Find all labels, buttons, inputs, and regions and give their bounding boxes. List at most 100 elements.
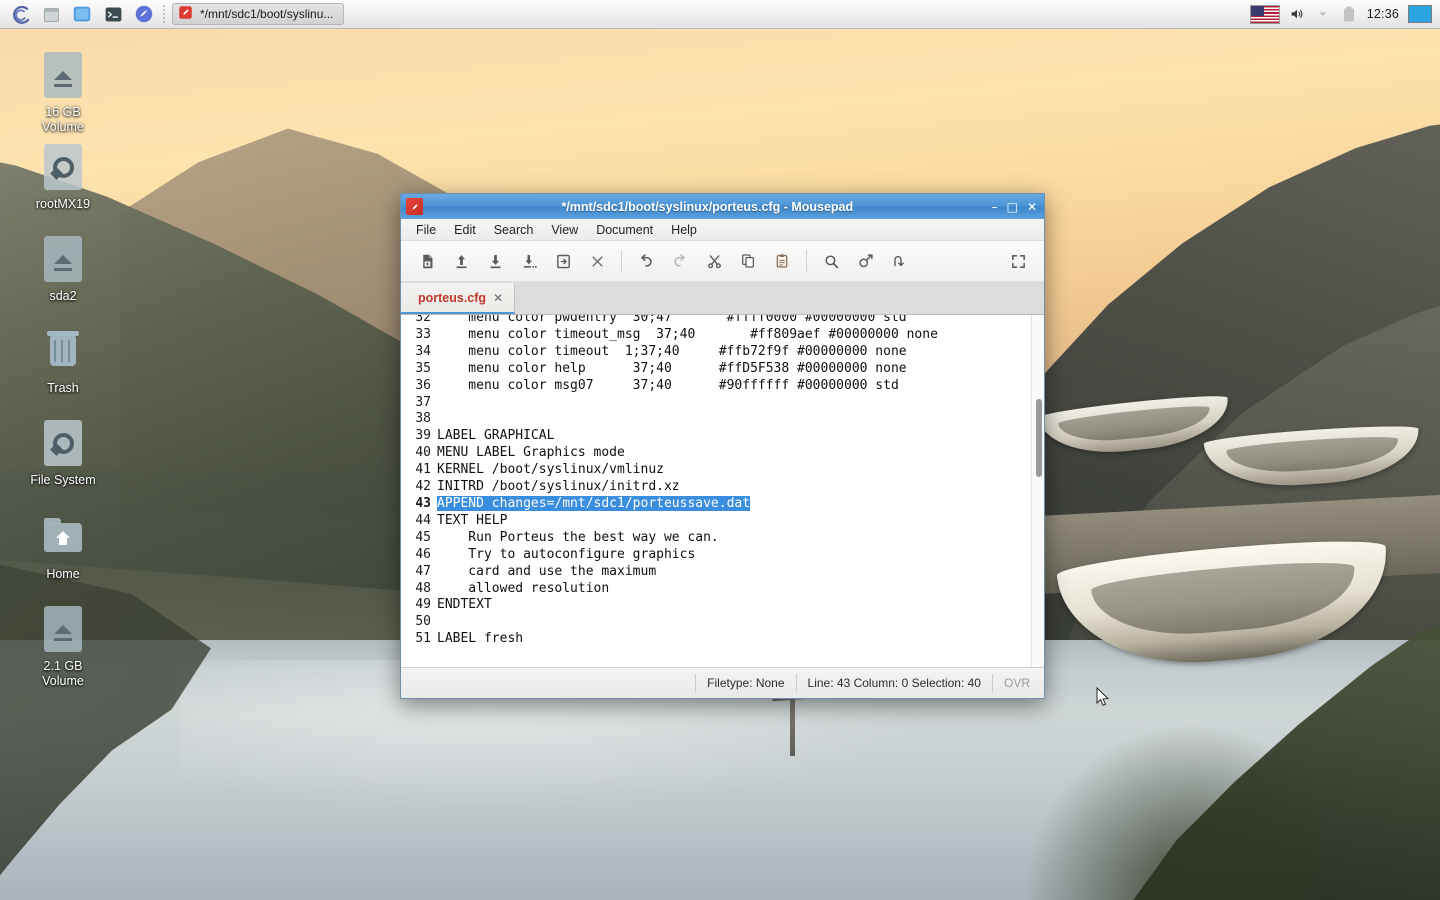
terminal-icon[interactable] <box>101 2 125 26</box>
code-line[interactable] <box>437 614 1044 631</box>
line-number: 48 <box>401 581 431 598</box>
code-line[interactable]: menu color help 37;40 #ffD5F538 #0000000… <box>437 361 1044 378</box>
menu-edit[interactable]: Edit <box>445 221 485 239</box>
line-number: 50 <box>401 614 431 631</box>
code-line[interactable]: menu color timeout_msg 37;40 #ff809aef #… <box>437 327 1044 344</box>
window-title: */mnt/sdc1/boot/syslinux/porteus.cfg - M… <box>423 200 992 214</box>
line-number: 46 <box>401 547 431 564</box>
close-x-icon[interactable] <box>580 246 614 276</box>
menu-icon[interactable] <box>8 2 32 26</box>
home-folder-icon <box>44 514 82 560</box>
code-line[interactable]: KERNEL /boot/syslinux/vmlinuz <box>437 462 1044 479</box>
chevron-down-icon[interactable] <box>1315 6 1332 23</box>
fullscreen-icon[interactable] <box>1001 246 1035 276</box>
code-line[interactable]: ENDTEXT <box>437 597 1044 614</box>
new-file-icon[interactable] <box>410 246 444 276</box>
line-number: 36 <box>401 378 431 395</box>
speaker-icon[interactable] <box>1289 6 1306 23</box>
desktop-icon-label: 2.1 GBVolume <box>3 659 123 689</box>
desktop-icon-label: rootMX19 <box>3 197 123 212</box>
menu-file[interactable]: File <box>407 221 445 239</box>
redo-icon[interactable] <box>663 246 697 276</box>
tab-close-icon[interactable]: ✕ <box>493 291 503 305</box>
scissors-icon[interactable] <box>697 246 731 276</box>
desktop-icon-home[interactable]: Home <box>3 514 123 582</box>
code-line[interactable] <box>437 411 1044 428</box>
keyboard-layout-flag-icon[interactable] <box>1250 5 1280 24</box>
editor-area[interactable]: 3233343536373839404142434445464748495051… <box>401 315 1044 668</box>
line-number: 41 <box>401 462 431 479</box>
code-line[interactable]: TEXT HELP <box>437 513 1044 530</box>
trash-icon <box>44 328 82 374</box>
code-line[interactable]: LABEL fresh <box>437 631 1044 648</box>
code-line[interactable]: INITRD /boot/syslinux/initrd.xz <box>437 479 1044 496</box>
window-titlebar[interactable]: */mnt/sdc1/boot/syslinux/porteus.cfg - M… <box>401 194 1044 219</box>
tab-strip: porteus.cfg ✕ <box>401 282 1044 315</box>
find-replace-icon[interactable] <box>848 246 882 276</box>
task-button-mousepad[interactable]: */mnt/sdc1/boot/syslinu... <box>172 3 344 25</box>
code-line[interactable]: LABEL GRAPHICAL <box>437 428 1044 445</box>
toolbar <box>401 241 1044 282</box>
scrollbar-thumb[interactable] <box>1036 399 1042 477</box>
desktop-icon-label: Trash <box>3 381 123 396</box>
tab-porteus-cfg[interactable]: porteus.cfg ✕ <box>401 283 515 314</box>
desktop-icon-label: 16 GBVolume <box>3 105 123 135</box>
minimize-button[interactable]: – <box>992 201 998 213</box>
desktop-icon-label: File System <box>3 473 123 488</box>
save-down-arrow-icon[interactable] <box>478 246 512 276</box>
line-number: 49 <box>401 597 431 614</box>
text-editor-icon[interactable] <box>70 2 94 26</box>
copy-icon[interactable] <box>731 246 765 276</box>
code-line[interactable]: card and use the maximum <box>437 564 1044 581</box>
code-line-selected[interactable]: APPEND changes=/mnt/sdc1/porteussave.dat <box>437 496 1044 513</box>
code-line[interactable]: menu color pwdentry 30;47 #ffff0000 #000… <box>437 315 1044 327</box>
undo-icon[interactable] <box>629 246 663 276</box>
code-line[interactable]: Run Porteus the best way we can. <box>437 530 1044 547</box>
mousepad-window[interactable]: */mnt/sdc1/boot/syslinux/porteus.cfg - M… <box>400 193 1045 699</box>
menu-help[interactable]: Help <box>662 221 706 239</box>
menu-bar: File Edit Search View Document Help <box>401 219 1044 241</box>
editor-vertical-scrollbar[interactable] <box>1031 315 1044 667</box>
code-line[interactable]: menu color timeout 1;37;40 #ffb72f9f #00… <box>437 344 1044 361</box>
system-tray: 12:36 <box>1250 5 1440 24</box>
line-number: 44 <box>401 513 431 530</box>
line-number: 33 <box>401 327 431 344</box>
line-number: 34 <box>401 344 431 361</box>
reload-icon[interactable] <box>546 246 580 276</box>
code-line[interactable]: MENU LABEL Graphics mode <box>437 445 1044 462</box>
code-line[interactable]: menu color msg07 37;40 #90ffffff #000000… <box>437 378 1044 395</box>
file-manager-icon[interactable] <box>39 2 63 26</box>
goto-arrow-icon[interactable] <box>882 246 916 276</box>
desktop-icon-sda2[interactable]: sda2 <box>3 236 123 304</box>
clock[interactable]: 12:36 <box>1367 7 1399 21</box>
open-up-arrow-icon[interactable] <box>444 246 478 276</box>
code-line[interactable] <box>437 395 1044 412</box>
code-line[interactable]: allowed resolution <box>437 581 1044 598</box>
browser-icon[interactable] <box>132 2 156 26</box>
desktop-icon-trash[interactable]: Trash <box>3 328 123 396</box>
workspace-switcher[interactable] <box>1408 5 1432 23</box>
maximize-button[interactable]: □ <box>1007 201 1018 213</box>
clipboard-icon[interactable] <box>765 246 799 276</box>
desktop[interactable]: */mnt/sdc1/boot/syslinu... <box>0 0 1440 900</box>
battery-icon[interactable] <box>1341 6 1358 23</box>
task-list: */mnt/sdc1/boot/syslinu... <box>172 3 344 25</box>
menu-search[interactable]: Search <box>485 221 543 239</box>
line-number-gutter: 3233343536373839404142434445464748495051 <box>401 315 435 667</box>
save-as-icon[interactable] <box>512 246 546 276</box>
line-number: 38 <box>401 411 431 428</box>
code-line[interactable]: Try to autoconfigure graphics <box>437 547 1044 564</box>
menu-document[interactable]: Document <box>587 221 662 239</box>
magnifier-icon[interactable] <box>814 246 848 276</box>
line-number: 47 <box>401 564 431 581</box>
close-button[interactable]: ✕ <box>1027 201 1037 213</box>
status-bar: Filetype: None Line: 43 Column: 0 Select… <box>401 668 1044 698</box>
code-text[interactable]: menu color pwdentry 30;47 #ffff0000 #000… <box>435 315 1044 667</box>
desktop-icon-rootmx19[interactable]: rootMX19 <box>3 144 123 212</box>
desktop-icon-16gb-volume[interactable]: 16 GBVolume <box>3 52 123 135</box>
desktop-icon-2-1gb-volume[interactable]: 2.1 GBVolume <box>3 606 123 689</box>
disk-icon <box>44 144 82 190</box>
task-button-label: */mnt/sdc1/boot/syslinu... <box>200 7 333 21</box>
menu-view[interactable]: View <box>542 221 587 239</box>
desktop-icon-file-system[interactable]: File System <box>3 420 123 488</box>
